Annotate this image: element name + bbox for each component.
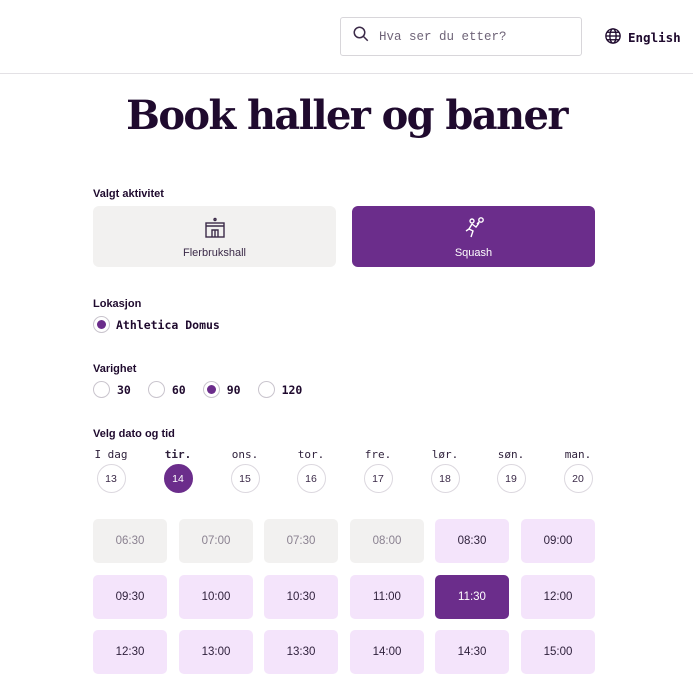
search-icon bbox=[352, 25, 370, 48]
day-number: 14 bbox=[163, 464, 193, 493]
page-title: Book haller og baner bbox=[126, 92, 568, 139]
day-number: 19 bbox=[496, 464, 526, 493]
time-slot[interactable]: 09:00 bbox=[521, 519, 595, 563]
day-option[interactable]: man. 20 bbox=[558, 448, 598, 493]
duration-option-30[interactable]: 30 bbox=[93, 381, 131, 398]
day-name: tir. bbox=[164, 448, 192, 461]
activity-label: Valgt aktivitet bbox=[93, 188, 164, 200]
duration-radio[interactable] bbox=[257, 381, 275, 398]
duration-value: 90 bbox=[226, 382, 241, 397]
time-slot: 07:30 bbox=[264, 519, 338, 563]
duration-option-90[interactable]: 90 bbox=[202, 381, 241, 398]
time-slot[interactable]: 10:00 bbox=[179, 575, 253, 619]
day-option[interactable]: lør. 18 bbox=[425, 448, 465, 493]
time-slot: 07:00 bbox=[179, 519, 253, 563]
activity-option-label: Flerbrukshall bbox=[183, 247, 246, 259]
time-slot[interactable]: 12:00 bbox=[521, 575, 595, 619]
activity-option-label: Squash bbox=[454, 247, 493, 259]
time-slot[interactable]: 08:30 bbox=[435, 519, 509, 563]
activity-option-flerbrukshall[interactable]: Flerbrukshall bbox=[93, 206, 336, 267]
search-input[interactable] bbox=[379, 29, 569, 44]
day-number: 15 bbox=[230, 464, 260, 493]
day-option[interactable]: ons. 15 bbox=[225, 448, 265, 493]
time-slot[interactable]: 12:30 bbox=[93, 630, 167, 674]
location-label: Lokasjon bbox=[93, 298, 142, 310]
time-slot[interactable]: 09:30 bbox=[93, 575, 167, 619]
day-name: man. bbox=[564, 448, 592, 461]
duration-option-120[interactable]: 120 bbox=[257, 381, 303, 398]
day-name: ons. bbox=[231, 448, 259, 461]
time-slot: 06:30 bbox=[93, 519, 167, 563]
duration-value: 60 bbox=[171, 382, 186, 397]
day-option[interactable]: tir. 14 bbox=[158, 448, 198, 493]
date-label: Velg dato og tid bbox=[93, 428, 175, 440]
time-slot[interactable]: 10:30 bbox=[264, 575, 338, 619]
day-name: tor. bbox=[297, 448, 325, 461]
time-slot[interactable]: 11:30 bbox=[435, 575, 509, 619]
duration-radio[interactable] bbox=[93, 381, 110, 398]
duration-radio[interactable] bbox=[202, 381, 220, 398]
day-option[interactable]: søn. 19 bbox=[491, 448, 531, 493]
location-option[interactable]: Athletica Domus bbox=[93, 316, 220, 333]
day-option[interactable]: fre. 17 bbox=[358, 448, 398, 493]
globe-icon bbox=[604, 27, 628, 48]
time-slot[interactable]: 13:30 bbox=[264, 630, 338, 674]
day-number: 20 bbox=[563, 464, 593, 493]
language-switch[interactable]: English bbox=[604, 27, 681, 48]
day-name: lør. bbox=[431, 448, 459, 461]
day-name: søn. bbox=[497, 448, 525, 461]
day-number: 16 bbox=[296, 464, 326, 493]
day-number: 18 bbox=[430, 464, 460, 493]
search-box[interactable] bbox=[340, 17, 582, 56]
squash-player-icon bbox=[462, 216, 486, 247]
activity-option-squash[interactable]: Squash bbox=[352, 206, 595, 267]
time-slot[interactable]: 14:00 bbox=[350, 630, 424, 674]
duration-radio[interactable] bbox=[147, 381, 165, 398]
time-slot[interactable]: 14:30 bbox=[435, 630, 509, 674]
day-name: fre. bbox=[364, 448, 392, 461]
time-slot: 08:00 bbox=[350, 519, 424, 563]
duration-label: Varighet bbox=[93, 363, 137, 375]
location-radio[interactable] bbox=[93, 316, 110, 333]
duration-value: 120 bbox=[281, 382, 303, 397]
date-picker: I dag 13 tir. 14 ons. 15 tor. 16 fre. 17 lør. 18 søn… bbox=[93, 448, 603, 494]
top-bar: English bbox=[0, 0, 693, 74]
time-slot[interactable]: 13:00 bbox=[179, 630, 253, 674]
day-number: 13 bbox=[96, 464, 126, 493]
time-slot[interactable]: 15:00 bbox=[521, 630, 595, 674]
day-number: 17 bbox=[363, 464, 393, 493]
day-option[interactable]: I dag 13 bbox=[91, 448, 131, 493]
location-name: Athletica Domus bbox=[116, 317, 220, 332]
sports-hall-icon bbox=[203, 216, 227, 247]
day-name: I dag bbox=[94, 448, 128, 461]
time-slot[interactable]: 11:00 bbox=[350, 575, 424, 619]
day-option[interactable]: tor. 16 bbox=[291, 448, 331, 493]
duration-value: 30 bbox=[117, 382, 131, 397]
duration-options: 30 60 90 120 bbox=[93, 381, 319, 398]
duration-option-60[interactable]: 60 bbox=[147, 381, 186, 398]
language-label: English bbox=[628, 30, 681, 45]
